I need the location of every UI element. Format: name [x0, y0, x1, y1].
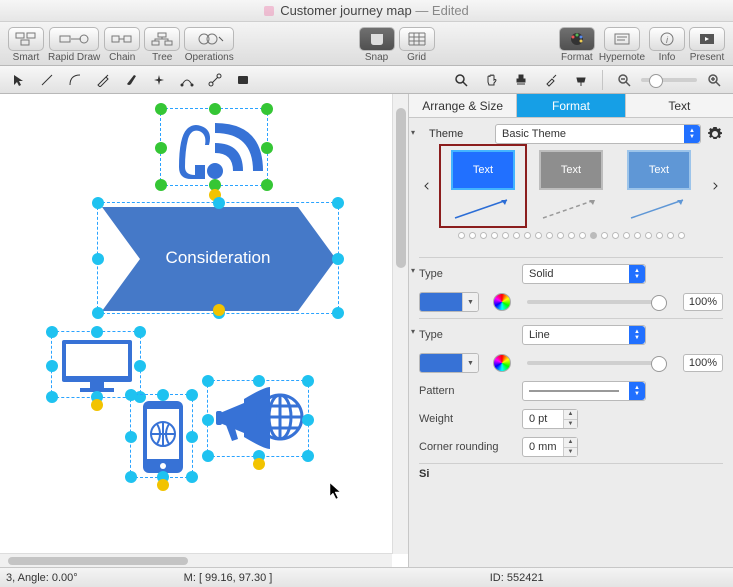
- collapse-icon[interactable]: ▾: [411, 266, 415, 275]
- paint-tool[interactable]: [568, 69, 594, 91]
- gear-icon[interactable]: [707, 126, 723, 142]
- chain-tool[interactable]: Chain: [104, 27, 140, 63]
- zoom-out-button[interactable]: [611, 69, 637, 91]
- line-tool[interactable]: [34, 69, 60, 91]
- style-card-1[interactable]: Text: [447, 152, 519, 220]
- mouse-cursor-icon: [329, 482, 343, 500]
- color-picker-icon[interactable]: [493, 354, 511, 372]
- smartphone-globe-icon: [131, 395, 194, 479]
- tree-tool[interactable]: Tree: [144, 27, 180, 63]
- collapse-icon[interactable]: ▾: [411, 128, 415, 228]
- stepper-icon[interactable]: ▲▼: [563, 410, 577, 428]
- weight-label: Weight: [419, 413, 514, 425]
- snap-tool[interactable]: Snap: [359, 27, 395, 63]
- canvas[interactable]: Consideration: [0, 94, 408, 567]
- style-card-3[interactable]: Text: [623, 152, 695, 220]
- fill-type-label: Type: [419, 268, 514, 280]
- tab-text[interactable]: Text: [626, 94, 733, 117]
- tab-format[interactable]: Format: [517, 94, 625, 117]
- select-arrows-icon: ▲▼: [629, 265, 645, 283]
- fill-color-swatch[interactable]: ▼: [419, 292, 479, 312]
- eyedropper-tool[interactable]: [538, 69, 564, 91]
- horizontal-scrollbar[interactable]: [0, 553, 392, 567]
- connector-tool[interactable]: [202, 69, 228, 91]
- tab-arrange[interactable]: Arrange & Size: [409, 94, 517, 117]
- theme-label: Theme: [429, 128, 489, 140]
- smart-tool[interactable]: Smart: [8, 27, 44, 63]
- info-tool[interactable]: i Info: [649, 27, 685, 63]
- titlebar: Customer journey map — Edited: [0, 0, 733, 22]
- shape-label: Consideration: [98, 203, 338, 313]
- style-card-2[interactable]: Text: [535, 152, 607, 220]
- pattern-label: Pattern: [419, 385, 514, 397]
- operations-tool[interactable]: Operations: [184, 27, 234, 63]
- chevron-right-icon[interactable]: [711, 182, 719, 190]
- rapid-draw-tool[interactable]: Rapid Draw: [48, 27, 100, 63]
- weight-input[interactable]: 0 pt▲▼: [522, 409, 578, 429]
- stepper-icon[interactable]: ▲▼: [563, 438, 577, 456]
- fill-opacity-value[interactable]: 100%: [683, 293, 723, 311]
- pointer-tool[interactable]: [6, 69, 32, 91]
- pen-tool[interactable]: [90, 69, 116, 91]
- theme-select[interactable]: Basic Theme ▲▼: [495, 124, 701, 144]
- zoom-in-button[interactable]: [701, 69, 727, 91]
- line-opacity-value[interactable]: 100%: [683, 354, 723, 372]
- status-id: ID: 552421: [378, 572, 655, 584]
- stamp-tool[interactable]: [508, 69, 534, 91]
- selection-phone-icon[interactable]: [130, 394, 193, 478]
- document-title: Customer journey map: [280, 3, 412, 18]
- panel-tabs: Arrange & Size Format Text: [409, 94, 733, 118]
- svg-text:i: i: [666, 35, 669, 45]
- pattern-select[interactable]: ▲▼: [522, 381, 646, 401]
- selection-blog-icon[interactable]: [160, 108, 268, 186]
- curve-tool[interactable]: [62, 69, 88, 91]
- format-tool[interactable]: Format: [559, 27, 595, 63]
- style-pagination-dots[interactable]: [419, 228, 723, 249]
- selection-consideration-arrow[interactable]: Consideration: [97, 202, 339, 314]
- sparkle-tool[interactable]: [146, 69, 172, 91]
- line-type-label: Type: [419, 329, 514, 341]
- grid-tool[interactable]: Grid: [399, 27, 435, 63]
- color-picker-icon[interactable]: [493, 293, 511, 311]
- blog-rss-icon: [161, 109, 269, 187]
- selection-megaphone-icon[interactable]: [207, 380, 309, 457]
- line-type-select[interactable]: Line▲▼: [522, 325, 646, 345]
- status-mouse: M: [ 99.16, 97.30 ]: [90, 572, 367, 584]
- format-panel: Arrange & Size Format Text ▾ Theme Basic…: [408, 94, 733, 567]
- status-angle: 3, Angle: 0.00°: [6, 572, 78, 584]
- zoom-slider[interactable]: [641, 78, 697, 82]
- search-icon[interactable]: [448, 69, 474, 91]
- select-arrows-icon: ▲▼: [629, 382, 645, 400]
- select-arrows-icon: ▲▼: [684, 125, 700, 143]
- selection-screen-icon[interactable]: [51, 331, 141, 398]
- shape-tool[interactable]: [230, 69, 256, 91]
- corner-label: Corner rounding: [419, 441, 514, 453]
- hand-tool[interactable]: [478, 69, 504, 91]
- brush-tool[interactable]: [118, 69, 144, 91]
- present-tool[interactable]: Present: [689, 27, 725, 63]
- line-color-swatch[interactable]: ▼: [419, 353, 479, 373]
- megaphone-globe-icon: [208, 381, 310, 458]
- corner-input[interactable]: 0 mm▲▼: [522, 437, 578, 457]
- fill-type-select[interactable]: Solid▲▼: [522, 264, 646, 284]
- chevron-left-icon[interactable]: [423, 182, 431, 190]
- line-opacity-slider[interactable]: [527, 361, 667, 365]
- arc-tool[interactable]: [174, 69, 200, 91]
- hypernote-tool[interactable]: Hypernote: [599, 27, 645, 63]
- collapse-icon[interactable]: ▾: [411, 327, 415, 336]
- fill-opacity-slider[interactable]: [527, 300, 667, 304]
- vertical-scrollbar[interactable]: [392, 94, 408, 554]
- main-toolbar: Smart Rapid Draw Chain Tree Operations S…: [0, 22, 733, 66]
- drawing-toolbar: [0, 66, 733, 94]
- select-arrows-icon: ▲▼: [629, 326, 645, 344]
- status-bar: 3, Angle: 0.00° M: [ 99.16, 97.30 ] ID: …: [0, 567, 733, 587]
- edited-indicator: — Edited: [415, 3, 468, 18]
- si-label: Si: [419, 468, 429, 480]
- doc-icon: [264, 6, 274, 16]
